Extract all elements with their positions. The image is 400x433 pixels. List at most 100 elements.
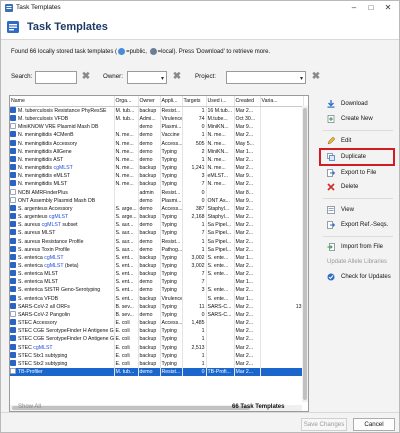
table-row[interactable]: S. enterica cgMLST (beta) S. ent... backup… [10, 261, 304, 271]
table-row[interactable]: N. meningitidis AST N. me... demo Typing 1 N.… [10, 155, 304, 165]
table-row[interactable]: N. meningitidis 4CMenB N. me... demo Vaccin… [10, 131, 304, 140]
table-row[interactable]: STEC cgMLST E. coli backup Typing 2,513 Mar 2… [10, 343, 304, 352]
template-name: STEC Accessory [18, 320, 57, 327]
table-row[interactable]: S. aureus Resistance Profile S. aur... dem… [10, 237, 304, 246]
minimize-icon[interactable]: – [346, 2, 362, 14]
table-row[interactable]: M. tuberculosis Resistance PhyResSE M. tu… [10, 106, 304, 116]
table-row[interactable]: ONT Assembly Plasmid Mash DB demo Plasmi..… [10, 196, 304, 205]
cgmlst-link[interactable]: cgMLST [53, 165, 72, 171]
cell-org: N. me... [114, 131, 139, 140]
save-changes-button[interactable]: Save Changes [301, 418, 347, 431]
clear-owner-icon[interactable]: ✖ [172, 72, 182, 82]
cell-owner: backup [138, 213, 161, 222]
table-row[interactable]: N. meningitidis eMLST N. me... backup Typin… [10, 172, 304, 181]
table-row[interactable]: S. aureus Toxin Profile S. aur... demo Path… [10, 245, 304, 254]
table-row[interactable]: S. enterica VFDB S. ent... backup Virulence… [10, 294, 304, 303]
template-icon [10, 147, 16, 154]
templates-table[interactable]: Name Orga... Owner Appli... Targets Used… [9, 95, 309, 412]
cell-org: E. coli [114, 351, 139, 360]
table-row[interactable]: S. argenteus Accessory S. arge... demo Acce… [10, 204, 304, 214]
cell-name: SARS-CoV-2 all ORFs [10, 302, 115, 311]
table-row[interactable]: MiniKNOW VRE Plasmid Mash DB demo Plasmi..… [10, 123, 304, 132]
cell-targets: 1 [182, 221, 207, 230]
duplicate-button[interactable]: Duplicate [323, 151, 393, 163]
table-row[interactable]: S. aureus cgMLST subset S. aur... demo Typi… [10, 221, 304, 230]
cgmlst-link[interactable]: cgMLST [33, 345, 52, 351]
export-to-file-button[interactable]: Export to File [323, 167, 393, 179]
cell-name: S. aureus cgMLST subset [10, 221, 115, 230]
edit-button[interactable]: Edit [323, 135, 393, 147]
cell-app: Typing [160, 172, 183, 181]
check-for-updates-button[interactable]: Check for Updates [323, 271, 393, 283]
table-row[interactable]: S. enterica MLST S. ent... backup Typing 7 S.… [10, 270, 304, 279]
table-row[interactable]: STEC Stx1 subtyping E. coli backup Typing 1 M… [10, 351, 304, 360]
cell-used: SARS-C... [206, 310, 235, 320]
table-row[interactable]: SARS-CoV-2 Pangolin B. sev... demo Typing 0 S… [10, 310, 304, 320]
table-row[interactable]: S. enterica MLST S. ent... demo Typing 7 Mar … [10, 278, 304, 287]
cgmlst-link[interactable]: cgMLST [42, 222, 61, 228]
table-row[interactable]: S. argenteus cgMLST S. arge... backup Typin… [10, 213, 304, 222]
template-name: N. meningitidis 4CMenB [18, 132, 74, 139]
column-header-targets[interactable]: Targets [182, 96, 207, 107]
cgmlst-link[interactable]: cgMLST [49, 214, 68, 220]
close-icon[interactable]: ✕ [380, 2, 396, 14]
cell-org: S. arge... [114, 204, 139, 214]
table-row[interactable]: STEC CGE SerotypeFinder H Antigene Ge...… [10, 327, 304, 336]
table-row[interactable]: N. meningitidis AllGene N. me... demo Typin… [10, 147, 304, 156]
project-select[interactable]: ▾ [226, 71, 306, 84]
search-input[interactable] [35, 71, 77, 84]
table-row[interactable]: STEC Accessory E. coli backup Access... 1,48… [10, 319, 304, 328]
column-header-owner[interactable]: Owner [138, 96, 161, 107]
cell-targets: 2,513 [182, 343, 207, 352]
cell-var [260, 310, 304, 320]
vertical-scrollbar[interactable] [302, 106, 308, 402]
template-empty-icon [10, 188, 16, 195]
cancel-button[interactable]: Cancel [353, 418, 395, 431]
table-row[interactable]: TB-Profiler M. tub... demo Resist... 0 TB-Pro… [10, 368, 304, 377]
maximize-icon[interactable]: □ [363, 2, 379, 14]
show-all-link[interactable]: Show All [18, 404, 41, 410]
scroll-thumb[interactable] [12, 406, 250, 410]
table-row[interactable]: N. meningitidis MLST N. me... backup Typing… [10, 180, 304, 189]
view-button[interactable]: View [323, 204, 393, 216]
import-file-icon [327, 243, 335, 251]
cgmlst-link[interactable]: cgMLST [44, 255, 63, 261]
column-header-variants[interactable]: Varia... [260, 96, 304, 107]
table-row[interactable]: N. meningitidis cgMLST N. me... backup Typi… [10, 164, 304, 173]
page-title: Task Templates [27, 21, 108, 33]
template-icon [10, 253, 16, 260]
import-from-file-button[interactable]: Import from File [323, 241, 393, 253]
template-icon [10, 131, 16, 138]
column-header-name[interactable]: Name [10, 96, 115, 107]
table-row[interactable]: S. aureus MLST S. aur... backup Typing 7 Sa P… [10, 229, 304, 238]
table-row[interactable]: NCBI AMRFinderPlus admin Resist... 0 Mar 8..… [10, 188, 304, 197]
download-button[interactable]: Download [323, 98, 393, 110]
template-name: SARS-CoV-2 Pangolin [18, 311, 70, 318]
template-icon [10, 335, 16, 342]
cell-var [260, 221, 304, 230]
table-row[interactable]: SARS-CoV-2 all ORFs B. sev... backup Typing… [10, 302, 304, 311]
table-row[interactable]: STEC CGE SerotypeFinder O Antigene Ge...… [10, 335, 304, 344]
table-row[interactable]: S. enterica SISTR Geno-Serotyping S. ent.… [10, 286, 304, 295]
column-header-created[interactable]: Created [234, 96, 261, 107]
scroll-thumb[interactable] [303, 108, 307, 400]
update-allele-libraries-button[interactable]: Update Allele Libraries [323, 256, 393, 268]
table-row[interactable]: STEC Stx2 subtyping E. coli backup Typing 1 M… [10, 359, 304, 368]
cell-owner: backup [138, 351, 161, 360]
create-new-button[interactable]: Create New [323, 113, 393, 125]
export-ref-seqs-button[interactable]: Export Ref.-Seqs. [323, 219, 393, 231]
column-header-used-in[interactable]: Used i... [206, 96, 235, 107]
column-header-organism[interactable]: Orga... [114, 96, 139, 107]
table-row[interactable]: M. tuberculosis VFDB M. tub... Admi... Viru… [10, 115, 304, 124]
table-row[interactable]: S. enterica cgMLST S. ent... backup Typing 3… [10, 253, 304, 262]
cell-created: Mar 2... [234, 131, 261, 140]
table-row[interactable]: N. meningitidis Accessory N. me... demo Acc… [10, 139, 304, 148]
delete-button[interactable]: Delete [323, 181, 393, 193]
cell-targets: 3 [182, 286, 207, 295]
column-header-application[interactable]: Appli... [160, 96, 183, 107]
clear-project-icon[interactable]: ✖ [311, 72, 321, 82]
clear-search-icon[interactable]: ✖ [81, 72, 91, 82]
owner-select[interactable]: ▾ [127, 71, 167, 84]
cell-used: Staphyl... [206, 213, 235, 222]
cgmlst-link[interactable]: cgMLST [44, 263, 63, 269]
